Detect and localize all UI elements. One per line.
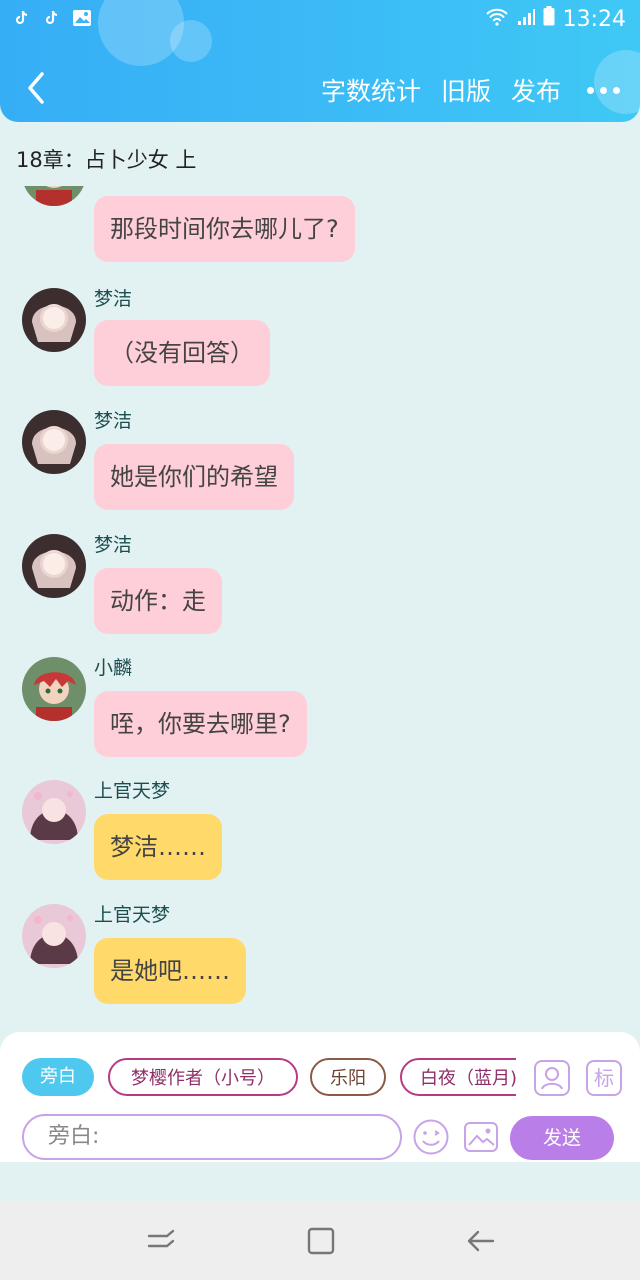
role-chip-narration[interactable]: 旁白: [22, 1058, 94, 1096]
tag-button[interactable]: 标: [586, 1060, 622, 1096]
message-item: 上官天梦 梦洁……: [0, 780, 640, 890]
publish-button[interactable]: 发布: [511, 72, 561, 108]
back-button[interactable]: [22, 70, 52, 106]
sender-name: 上官天梦: [94, 904, 171, 926]
role-chip[interactable]: 乐阳: [310, 1058, 386, 1096]
message-item: 梦洁 动作：走: [0, 534, 640, 644]
message-item: 梦洁 她是你们的希望: [0, 410, 640, 520]
tiktok-icon: [12, 8, 32, 28]
avatar[interactable]: [22, 657, 86, 721]
send-button[interactable]: 发送: [510, 1116, 614, 1160]
message-bubble[interactable]: 动作：走: [94, 568, 222, 634]
composer-panel: 旁白 梦樱作者（小号） 乐阳 白夜（蓝月) 标 旁白: 发送: [0, 1032, 640, 1162]
more-icon[interactable]: [587, 86, 620, 94]
message-bubble[interactable]: 她是你们的希望: [94, 444, 294, 510]
person-icon: [541, 1067, 563, 1090]
sender-name: 梦洁: [94, 410, 133, 432]
message-input[interactable]: 旁白:: [22, 1114, 402, 1160]
chapter-title: 18章：占卜少女 上: [16, 148, 197, 172]
message-bubble[interactable]: 是她吧……: [94, 938, 246, 1004]
emoji-button[interactable]: [412, 1118, 450, 1156]
recent-apps-icon: [147, 1229, 175, 1248]
avatar[interactable]: [22, 904, 86, 968]
chapter-title-bar: 18章：占卜少女 上: [0, 122, 640, 186]
message-item: 那段时间你去哪儿了?: [0, 186, 640, 262]
message-item: 上官天梦 是她吧……: [0, 904, 640, 1014]
message-bubble[interactable]: 那段时间你去哪儿了?: [94, 196, 355, 262]
word-count-button[interactable]: 字数统计: [321, 72, 421, 108]
role-chip[interactable]: 梦樱作者（小号）: [108, 1058, 298, 1096]
message-bubble[interactable]: （没有回答）: [94, 320, 270, 386]
avatar[interactable]: [22, 780, 86, 844]
message-feed[interactable]: 那段时间你去哪儿了? 梦洁 （没有回答） 梦洁 她是你们的希望 梦洁 动作：走 …: [0, 186, 640, 1028]
message-bubble[interactable]: 梦洁……: [94, 814, 222, 880]
role-chips: 旁白 梦樱作者（小号） 乐阳 白夜（蓝月): [22, 1058, 516, 1100]
recent-apps-button[interactable]: [144, 1224, 178, 1258]
emoji-icon: [413, 1119, 449, 1155]
status-bar: 13:24: [0, 0, 640, 40]
sender-name: 上官天梦: [94, 780, 171, 802]
system-nav-bar: [0, 1202, 640, 1280]
chevron-left-icon: [28, 72, 44, 104]
avatar[interactable]: [22, 186, 86, 206]
nav-bar: 字数统计 旧版 发布: [0, 60, 640, 116]
avatar[interactable]: [22, 410, 86, 474]
message-item: 梦洁 （没有回答）: [0, 286, 640, 396]
clock: 13:24: [562, 6, 626, 32]
image-icon: [464, 1122, 498, 1152]
app-header: 13:24 字数统计 旧版 发布: [0, 0, 640, 122]
back-arrow-icon: [467, 1230, 495, 1252]
contact-button[interactable]: [534, 1060, 570, 1096]
sender-name: 梦洁: [94, 534, 133, 556]
avatar[interactable]: [22, 288, 86, 352]
message-bubble[interactable]: 咥，你要去哪里?: [94, 691, 307, 757]
tiktok-icon: [42, 8, 62, 28]
avatar[interactable]: [22, 534, 86, 598]
image-button[interactable]: [462, 1118, 500, 1156]
image-icon: [72, 8, 92, 28]
signal-icon: [517, 7, 535, 32]
sender-name: 梦洁: [94, 288, 133, 310]
wifi-icon: [485, 7, 509, 32]
role-chip[interactable]: 白夜（蓝月): [400, 1058, 516, 1096]
old-version-button[interactable]: 旧版: [441, 72, 491, 108]
message-item: 小麟 咥，你要去哪里?: [0, 657, 640, 767]
system-back-button[interactable]: [464, 1224, 498, 1258]
sender-name: 小麟: [94, 657, 133, 679]
home-icon: [307, 1227, 335, 1255]
battery-icon: [543, 6, 555, 32]
home-button[interactable]: [304, 1224, 338, 1258]
